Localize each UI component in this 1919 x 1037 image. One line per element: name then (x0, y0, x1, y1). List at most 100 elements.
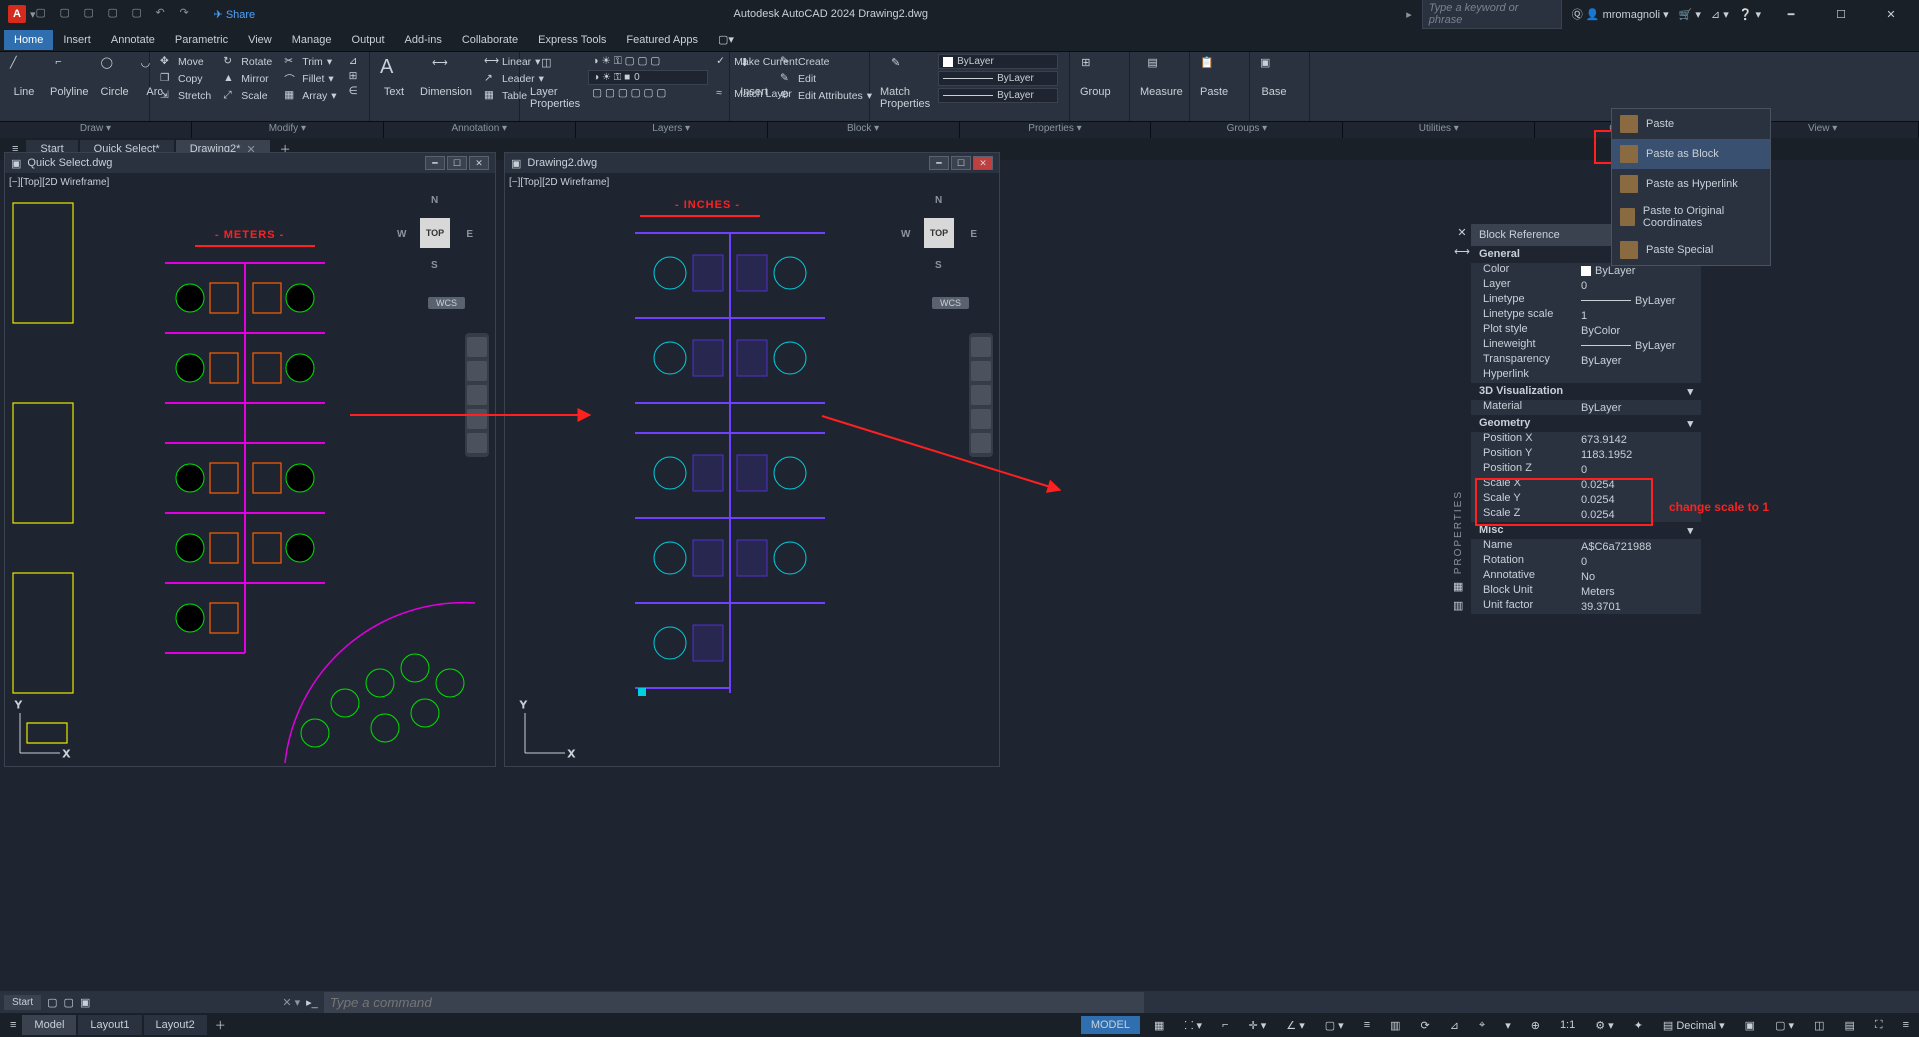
panel-label-groups[interactable]: Groups ▾ (1151, 122, 1343, 138)
doc-close-button[interactable]: ✕ (973, 156, 993, 170)
share-button[interactable]: ✈ Share (214, 8, 256, 21)
annotation-scale[interactable]: 1:1 (1554, 1016, 1581, 1034)
section-3d-visualization[interactable]: 3D Visualization▾ (1471, 383, 1701, 400)
command-input[interactable] (324, 992, 1144, 1013)
paste-menu-paste-special[interactable]: Paste Special (1612, 235, 1770, 265)
doc-maximize-button[interactable]: ☐ (447, 156, 467, 170)
panel-label-utilities[interactable]: Utilities ▾ (1343, 122, 1535, 138)
paste-menu-paste-original-coords[interactable]: Paste to Original Coordinates (1612, 199, 1770, 235)
prop-scale-x[interactable]: Scale X0.0254 (1471, 477, 1701, 492)
cmdline-icon-2[interactable]: ▢ (64, 996, 74, 1009)
prop-scale-y[interactable]: Scale Y0.0254 (1471, 492, 1701, 507)
quick-properties-icon[interactable]: ▣ (1739, 1016, 1761, 1035)
panel-label-draw[interactable]: Draw ▾ (0, 122, 192, 138)
viewport-label[interactable]: [−][Top][2D Wireframe] (9, 177, 109, 188)
trim-button[interactable]: ✂Trim ▾ (280, 54, 340, 70)
app-exchange-icon[interactable]: ⊿ ▾ (1711, 8, 1729, 21)
panel-label-annotation[interactable]: Annotation ▾ (384, 122, 576, 138)
save-icon[interactable]: ▢ (84, 6, 100, 22)
panel-label-layers[interactable]: Layers ▾ (576, 122, 768, 138)
panel-label-properties[interactable]: Properties ▾ (960, 122, 1152, 138)
stretch-button[interactable]: ⇲Stretch (156, 88, 215, 104)
doc-minimize-button[interactable]: ━ (425, 156, 445, 170)
layout-tab-layout2[interactable]: Layout2 (144, 1015, 207, 1035)
prop-name[interactable]: NameA$C6a721988 (1471, 539, 1701, 554)
redo-icon[interactable]: ↷ (180, 6, 196, 22)
layer-properties-button[interactable]: ◫Layer Properties (526, 54, 584, 112)
tab-featured-apps[interactable]: Featured Apps (616, 30, 708, 50)
cmdline-start-button[interactable]: Start (4, 995, 41, 1010)
viewcube-north[interactable]: N (935, 195, 942, 206)
navbar-orbit-icon[interactable] (971, 409, 991, 429)
tab-annotate[interactable]: Annotate (101, 30, 165, 50)
panel-label-block[interactable]: Block ▾ (768, 122, 960, 138)
extra1-icon[interactable]: ⊿ (345, 54, 362, 68)
prop-hyperlink[interactable]: Hyperlink (1471, 368, 1701, 383)
viewcube-top[interactable]: TOP (420, 218, 450, 248)
fillet-button[interactable]: ⌒Fillet ▾ (280, 71, 340, 87)
doc-titlebar-left[interactable]: ▣ Quick Select.dwg ━ ☐ ✕ (5, 153, 495, 173)
doc-maximize-button[interactable]: ☐ (951, 156, 971, 170)
extra2-icon[interactable]: ⊞ (345, 69, 362, 83)
selection-filter-icon[interactable]: ▾ (1499, 1016, 1517, 1035)
undo-icon[interactable]: ↶ (156, 6, 172, 22)
viewcube-west[interactable]: W (901, 229, 910, 240)
navigation-bar[interactable] (465, 333, 489, 457)
scale-button[interactable]: ⤢Scale (219, 88, 276, 104)
osnap-icon[interactable]: ▢ ▾ (1319, 1016, 1350, 1035)
doc-titlebar-right[interactable]: ▣ Drawing2.dwg ━ ☐ ✕ (505, 153, 999, 173)
navbar-zoom-icon[interactable] (467, 385, 487, 405)
palette-pickadd-icon[interactable]: ▥ (1453, 599, 1463, 612)
app-icon[interactable]: A (8, 5, 26, 23)
viewport-left[interactable]: [−][Top][2D Wireframe] - METERS - N S E … (5, 173, 495, 766)
tab-manage[interactable]: Manage (282, 30, 342, 50)
navbar-showmotion-icon[interactable] (971, 433, 991, 453)
prop-material[interactable]: MaterialByLayer (1471, 400, 1701, 415)
group-button[interactable]: ⊞Group (1076, 54, 1115, 100)
match-properties-button[interactable]: ✎Match Properties (876, 54, 934, 112)
layout-menu-icon[interactable]: ≡ (4, 1016, 22, 1034)
tab-parametric[interactable]: Parametric (165, 30, 238, 50)
prop-transparency[interactable]: TransparencyByLayer (1471, 353, 1701, 368)
insert-button[interactable]: ⬇Insert (736, 54, 772, 100)
dimension-button[interactable]: ⟷Dimension (416, 54, 476, 100)
prop-position-y[interactable]: Position Y1183.1952 (1471, 447, 1701, 462)
section-misc[interactable]: Misc▾ (1471, 522, 1701, 539)
tab-home[interactable]: Home (4, 30, 53, 50)
viewcube-east[interactable]: E (466, 229, 473, 240)
viewcube[interactable]: N S E W TOP (899, 193, 979, 273)
extra3-icon[interactable]: ∈ (345, 84, 362, 98)
maximize-button[interactable]: ☐ (1821, 0, 1861, 28)
palette-quickselect-icon[interactable]: ▦ (1453, 580, 1463, 593)
hardware-accel-icon[interactable]: ▤ (1838, 1016, 1860, 1035)
doc-minimize-button[interactable]: ━ (929, 156, 949, 170)
cmdline-icon-3[interactable]: ▣ (80, 996, 90, 1009)
mirror-button[interactable]: ▲Mirror (219, 71, 276, 87)
viewcube-north[interactable]: N (431, 195, 438, 206)
linetype-combo[interactable]: ByLayer (938, 88, 1058, 103)
array-button[interactable]: ▦Array ▾ (280, 88, 340, 104)
polyline-button[interactable]: ⌐Polyline (46, 54, 93, 100)
navigation-bar[interactable] (969, 333, 993, 457)
navbar-wheel-icon[interactable] (971, 337, 991, 357)
layout-tab-model[interactable]: Model (22, 1015, 76, 1035)
paste-button[interactable]: 📋Paste (1196, 54, 1232, 100)
grid-icon[interactable]: ▦ (1148, 1016, 1170, 1035)
viewcube-east[interactable]: E (970, 229, 977, 240)
cmdline-close-icon[interactable]: ✕ ▾ (282, 996, 300, 1009)
navbar-orbit-icon[interactable] (467, 409, 487, 429)
paste-menu-paste[interactable]: Paste (1612, 109, 1770, 139)
prop-annotative[interactable]: AnnotativeNo (1471, 569, 1701, 584)
viewcube-south[interactable]: S (431, 260, 438, 271)
isolate-icon[interactable]: ◫ (1808, 1016, 1830, 1035)
units-readout[interactable]: ▤ Decimal ▾ (1657, 1016, 1731, 1035)
base-button[interactable]: ▣Base (1256, 54, 1292, 100)
navbar-pan-icon[interactable] (467, 361, 487, 381)
viewcube-south[interactable]: S (935, 260, 942, 271)
ortho-icon[interactable]: ⌐ (1216, 1016, 1234, 1034)
measure-button[interactable]: ▤Measure (1136, 54, 1187, 100)
rotate-button[interactable]: ↻Rotate (219, 54, 276, 70)
edit-button[interactable]: ✎Edit (776, 71, 876, 87)
doc-close-button[interactable]: ✕ (469, 156, 489, 170)
viewport-label[interactable]: [−][Top][2D Wireframe] (509, 177, 609, 188)
